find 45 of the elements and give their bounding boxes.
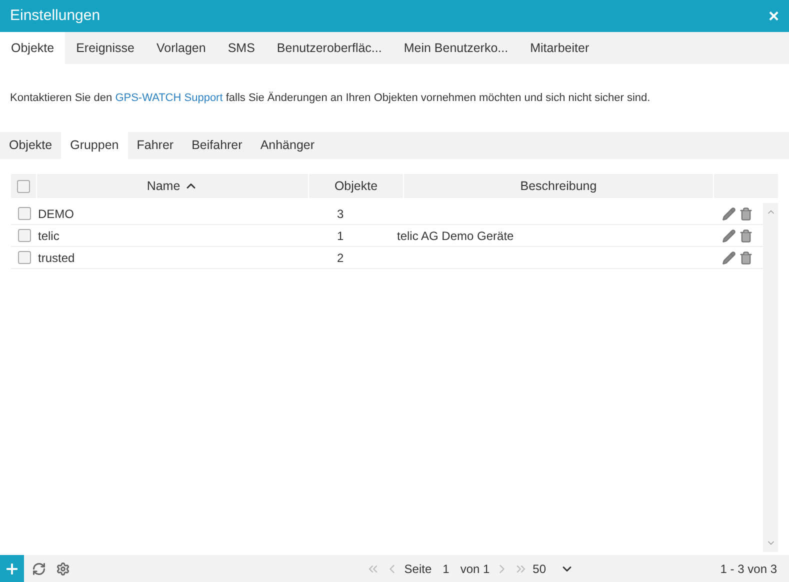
page-size-select[interactable]: 50 bbox=[532, 560, 574, 578]
tab[interactable]: Mitarbeiter bbox=[519, 32, 600, 64]
scrollbar[interactable] bbox=[763, 203, 778, 552]
edit-icon[interactable] bbox=[722, 206, 736, 220]
column-header[interactable]: Objekte bbox=[334, 176, 378, 196]
tab[interactable]: SMS bbox=[216, 32, 266, 64]
table-cell: 2 bbox=[337, 250, 344, 264]
tab[interactable]: Gruppen bbox=[61, 132, 128, 159]
page-label: Seite bbox=[404, 560, 432, 578]
refresh-icon[interactable] bbox=[32, 562, 46, 576]
table-cell: telic AG Demo Geräte bbox=[397, 228, 514, 242]
table-cell: DEMO bbox=[38, 206, 74, 220]
trash-icon[interactable] bbox=[739, 228, 753, 242]
settings-icon[interactable] bbox=[56, 562, 70, 576]
tab[interactable]: Anhänger bbox=[251, 132, 324, 159]
window-title: Einstellungen bbox=[10, 6, 100, 26]
page-field[interactable]: 1 bbox=[436, 560, 456, 578]
table-cell: telic bbox=[38, 228, 60, 242]
edit-icon[interactable] bbox=[722, 250, 736, 264]
tab[interactable]: Ereignisse bbox=[65, 32, 146, 64]
trash-icon[interactable] bbox=[739, 206, 753, 220]
info-text: Kontaktieren Sie den GPS-WATCH Support falls Sie Änderungen an Ihren Objekten vornehmen möchten und sich nicht sicher sind. bbox=[10, 90, 650, 106]
table-cell: 1 bbox=[337, 228, 344, 242]
tab[interactable]: Vorlagen bbox=[145, 32, 217, 64]
tab[interactable]: Beifahrer bbox=[182, 132, 252, 159]
checkbox[interactable] bbox=[17, 180, 30, 192]
tab[interactable]: Objekte bbox=[0, 32, 66, 64]
trash-icon[interactable] bbox=[739, 250, 753, 264]
column-header[interactable]: Name bbox=[146, 176, 180, 196]
checkbox[interactable] bbox=[18, 251, 30, 264]
table-cell: 3 bbox=[337, 206, 344, 220]
checkbox[interactable] bbox=[18, 207, 30, 220]
tab[interactable]: Mein Benutzerko... bbox=[392, 32, 520, 64]
page-count: von 1 bbox=[460, 560, 490, 578]
plus-icon bbox=[4, 560, 20, 576]
column-header[interactable]: Beschreibung bbox=[520, 176, 597, 196]
edit-icon[interactable] bbox=[722, 228, 736, 242]
tab[interactable]: Objekte bbox=[0, 132, 62, 159]
checkbox[interactable] bbox=[18, 229, 30, 242]
record-count: 1 - 3 von 3 bbox=[720, 560, 778, 578]
table-cell: trusted bbox=[38, 250, 75, 264]
support-link[interactable]: GPS-WATCH Support bbox=[115, 92, 223, 104]
tab[interactable]: Fahrer bbox=[128, 132, 183, 159]
tab[interactable]: Benutzeroberfläc... bbox=[266, 32, 393, 64]
add-button[interactable] bbox=[0, 555, 24, 582]
